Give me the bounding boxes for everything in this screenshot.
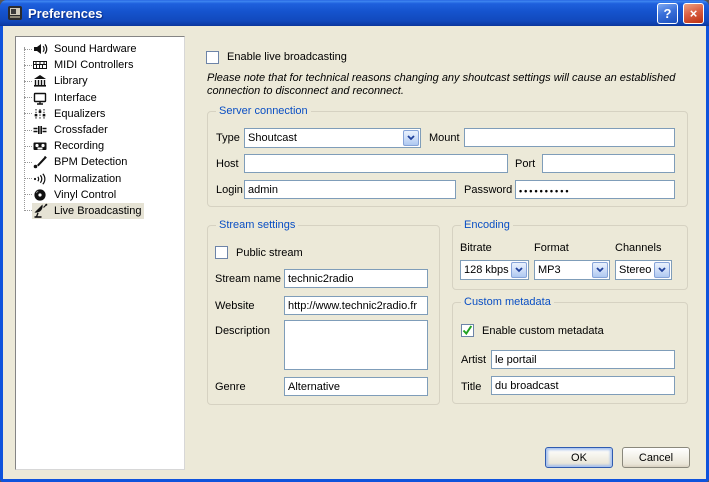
sidebar-item-recording[interactable]: Recording xyxy=(20,138,184,154)
mount-field[interactable] xyxy=(464,128,675,147)
sidebar-item-crossfader[interactable]: Crossfader xyxy=(20,122,184,138)
ok-button[interactable]: OK xyxy=(545,447,613,468)
sidebar-item-live-broadcasting[interactable]: Live Broadcasting xyxy=(20,203,184,219)
enable-custom-metadata-checkbox[interactable] xyxy=(461,324,474,337)
host-field[interactable] xyxy=(244,154,508,173)
stream-settings-group: Stream settings Public stream Stream nam… xyxy=(207,225,440,405)
sidebar-item-sound-hardware[interactable]: Sound Hardware xyxy=(20,41,184,57)
sidebar-item-interface[interactable]: Interface xyxy=(20,90,184,106)
artist-field[interactable] xyxy=(491,350,675,369)
custom-metadata-title: Custom metadata xyxy=(461,296,554,308)
sidebar-item-normalization[interactable]: Normalization xyxy=(20,171,184,187)
port-field[interactable] xyxy=(542,154,675,173)
sidebar-item-label: Vinyl Control xyxy=(54,189,116,201)
sidebar-item-label: Sound Hardware xyxy=(54,43,137,55)
chevron-down-icon[interactable] xyxy=(654,262,670,278)
enable-broadcasting-label: Enable live broadcasting xyxy=(227,51,347,63)
format-label: Format xyxy=(534,242,569,254)
sidebar-item-library[interactable]: Library xyxy=(20,73,184,89)
sidebar-item-label: Interface xyxy=(54,92,97,104)
encoding-title: Encoding xyxy=(461,219,513,231)
sidebar-item-label: Crossfader xyxy=(54,124,108,136)
website-field[interactable] xyxy=(284,296,428,315)
mount-label: Mount xyxy=(429,132,460,144)
monitor-icon xyxy=(32,90,48,106)
dialog-content: Sound Hardware MIDI Controllers xyxy=(3,26,706,479)
stream-settings-title: Stream settings xyxy=(216,219,298,231)
library-icon xyxy=(32,73,48,89)
public-stream-label: Public stream xyxy=(236,247,303,259)
help-button[interactable]: ? xyxy=(657,3,678,24)
titlebar: Preferences ? × xyxy=(0,0,709,26)
channels-label: Channels xyxy=(615,242,661,254)
login-field[interactable] xyxy=(244,180,456,199)
sidebar-item-label: MIDI Controllers xyxy=(54,59,133,71)
description-field[interactable] xyxy=(284,320,428,370)
sidebar-item-label: Equalizers xyxy=(54,108,105,120)
server-connection-group: Server connection Type Shoutcast Mount H… xyxy=(207,111,688,207)
cancel-button[interactable]: Cancel xyxy=(622,447,690,468)
password-field[interactable] xyxy=(515,180,675,199)
sidebar-item-equalizers[interactable]: Equalizers xyxy=(20,106,184,122)
chevron-down-icon[interactable] xyxy=(511,262,527,278)
sidebar-item-label: Recording xyxy=(54,140,104,152)
public-stream-checkbox[interactable] xyxy=(215,246,228,259)
encoding-group: Encoding Bitrate Format Channels 128 kbp… xyxy=(452,225,688,290)
website-label: Website xyxy=(215,300,255,312)
cassette-icon xyxy=(32,138,48,154)
enable-broadcasting-checkbox[interactable] xyxy=(206,51,219,64)
stream-name-field[interactable] xyxy=(284,269,428,288)
sidebar-item-bpm-detection[interactable]: BPM Detection xyxy=(20,154,184,170)
title-label: Title xyxy=(461,381,481,393)
type-combobox[interactable]: Shoutcast xyxy=(244,128,421,148)
genre-field[interactable] xyxy=(284,377,428,396)
soundwave-icon xyxy=(32,171,48,187)
channels-combobox[interactable]: Stereo xyxy=(615,260,672,280)
password-label: Password xyxy=(464,184,512,196)
midi-keyboard-icon xyxy=(32,57,48,73)
selected-highlight: Live Broadcasting xyxy=(32,203,144,219)
category-list: Sound Hardware MIDI Controllers xyxy=(15,36,185,470)
sidebar-item-label: Normalization xyxy=(54,173,121,185)
vinyl-icon xyxy=(32,187,48,203)
description-label: Description xyxy=(215,325,270,337)
bitrate-combobox[interactable]: 128 kbps xyxy=(460,260,529,280)
artist-label: Artist xyxy=(461,354,486,366)
sidebar-item-label: BPM Detection xyxy=(54,156,127,168)
crossfader-icon xyxy=(32,122,48,138)
server-connection-title: Server connection xyxy=(216,105,311,117)
preferences-window: Preferences ? × Sound Hardware xyxy=(0,0,709,482)
chevron-down-icon[interactable] xyxy=(592,262,608,278)
shoutcast-note: Please note that for technical reasons c… xyxy=(207,72,685,98)
title-field[interactable] xyxy=(491,376,675,395)
login-label: Login xyxy=(216,184,243,196)
bitrate-label: Bitrate xyxy=(460,242,492,254)
sidebar-item-vinyl-control[interactable]: Vinyl Control xyxy=(20,187,184,203)
stream-name-label: Stream name xyxy=(215,273,281,285)
port-label: Port xyxy=(515,158,535,170)
app-icon xyxy=(7,5,23,21)
speaker-icon xyxy=(32,41,48,57)
host-label: Host xyxy=(216,158,239,170)
close-button[interactable]: × xyxy=(683,3,704,24)
window-title: Preferences xyxy=(28,6,652,21)
satellite-dish-icon xyxy=(32,203,48,219)
sidebar-item-label: Library xyxy=(54,75,88,87)
genre-label: Genre xyxy=(215,381,246,393)
type-label: Type xyxy=(216,132,240,144)
enable-custom-metadata-label: Enable custom metadata xyxy=(482,325,604,337)
bpm-pen-icon xyxy=(32,154,48,170)
sidebar-item-label: Live Broadcasting xyxy=(54,205,141,217)
sidebar-item-midi-controllers[interactable]: MIDI Controllers xyxy=(20,57,184,73)
chevron-down-icon[interactable] xyxy=(403,130,419,146)
equalizer-icon xyxy=(32,106,48,122)
format-combobox[interactable]: MP3 xyxy=(534,260,610,280)
custom-metadata-group: Custom metadata Enable custom metadata A… xyxy=(452,302,688,404)
